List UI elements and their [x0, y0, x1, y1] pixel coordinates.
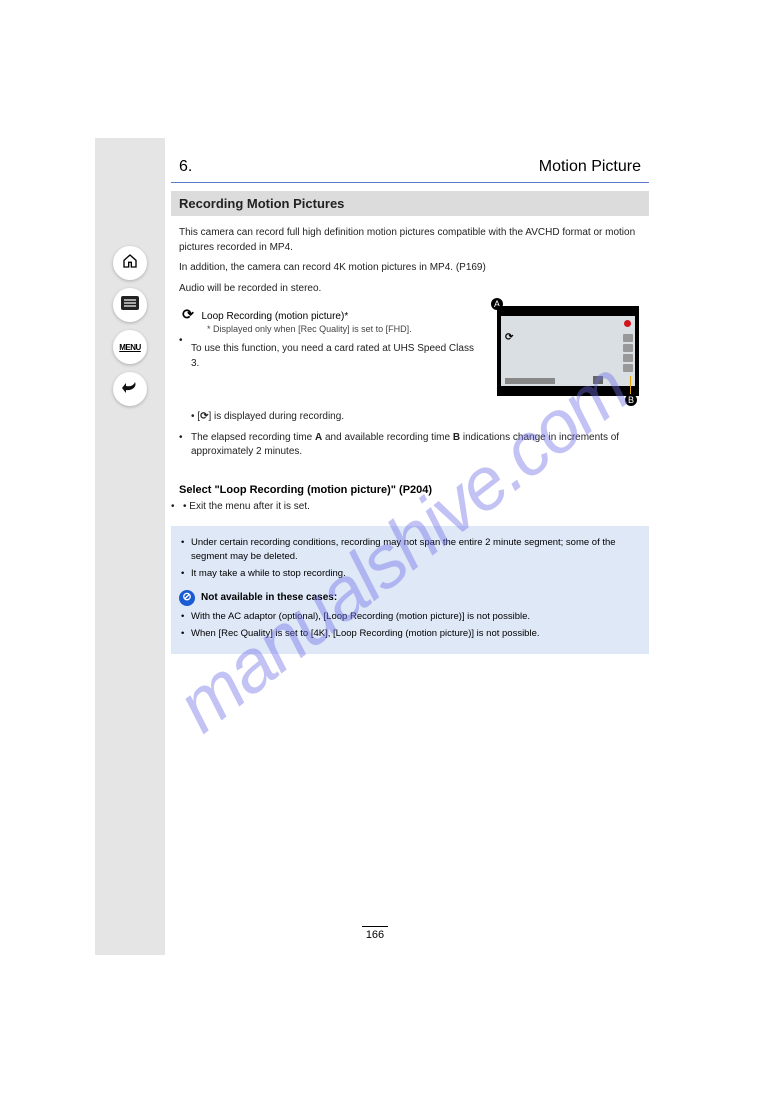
back-button[interactable]: [113, 372, 147, 406]
loop-icon-on-lcd: ⟳: [505, 332, 513, 343]
loop-row: ⟳ Loop Recording (motion picture)* * Dis…: [171, 302, 649, 400]
note-box: Under certain recording conditions, reco…: [171, 526, 649, 654]
na-item-1: With the AC adaptor (optional), [Loop Re…: [191, 610, 641, 624]
list-button[interactable]: [113, 288, 147, 322]
side-indicator-4: [623, 364, 633, 372]
content-area: 6. Motion Picture Recording Motion Pictu…: [171, 138, 649, 654]
loop-footnote: * Displayed only when [Rec Quality] is s…: [179, 324, 491, 334]
loop-label: Loop Recording (motion picture): [201, 311, 344, 322]
menu-label: MENU: [119, 343, 141, 352]
not-available-icon: ⊘: [179, 590, 195, 606]
not-available-header: ⊘ Not available in these cases:: [179, 590, 641, 606]
lcd-diagram: A ⟳: [491, 306, 641, 396]
chapter-number: 6.: [179, 158, 192, 176]
intro-text-2: In addition, the camera can record 4K mo…: [179, 261, 641, 276]
menu-strip-icon: [505, 378, 555, 384]
callout-b-badge: B: [625, 394, 637, 406]
side-indicator-2: [623, 344, 633, 352]
uhs-note: To use this function, you need a card ra…: [179, 334, 491, 371]
lcd-screen: [501, 316, 635, 386]
lcd-topbar: [501, 306, 635, 316]
side-indicator-3: [623, 354, 633, 362]
home-button[interactable]: [113, 246, 147, 280]
exit-menu-line: • Exit the menu after it is set.: [171, 500, 649, 515]
page-number: 166: [362, 926, 388, 941]
back-icon: [121, 380, 139, 399]
not-available-list: With the AC adaptor (optional), [Loop Re…: [179, 610, 641, 641]
loop-left: ⟳ Loop Recording (motion picture)* * Dis…: [179, 306, 491, 396]
intro-text-1: This camera can record full high definit…: [179, 226, 641, 255]
header-rule: [171, 182, 649, 183]
rec-indicator-line: • [⟳] is displayed during recording.: [179, 410, 641, 425]
audio-line: Audio will be recorded in stereo.: [179, 282, 641, 297]
chapter-title: Motion Picture: [539, 158, 641, 176]
intro-block: This camera can record full high definit…: [171, 216, 649, 296]
page-number-wrap: 166: [95, 926, 655, 941]
record-dot-icon: [624, 320, 631, 327]
manual-page: MENU 6. Motion Picture Recording Motion …: [95, 138, 655, 955]
chapter-header: 6. Motion Picture: [171, 138, 649, 180]
page-wrap: MENU 6. Motion Picture Recording Motion …: [0, 0, 774, 1094]
loop-icon: ⟳: [179, 306, 197, 323]
list-icon: [121, 296, 139, 315]
loop-star: *: [344, 311, 348, 322]
callout-b-line: [630, 376, 631, 394]
loop-label-line: ⟳ Loop Recording (motion picture)*: [179, 306, 491, 324]
bottom-icon: [593, 376, 603, 384]
note-line-2: It may take a while to stop recording.: [191, 567, 641, 581]
menu-button[interactable]: MENU: [113, 330, 147, 364]
step-title: Select "Loop Recording (motion picture)"…: [171, 466, 649, 500]
lcd-botbar: [501, 386, 635, 396]
home-icon: [122, 253, 138, 274]
not-available-label: Not available in these cases:: [201, 591, 337, 606]
section-title: Recording Motion Pictures: [171, 191, 649, 216]
note-line-1: Under certain recording conditions, reco…: [191, 536, 641, 564]
side-indicator-1: [623, 334, 633, 342]
rec-indicator-block: • [⟳] is displayed during recording. The…: [171, 400, 649, 460]
lcd-frame: ⟳: [497, 306, 639, 396]
elapsed-line: The elapsed recording time A and availab…: [179, 431, 641, 460]
na-item-2: When [Rec Quality] is set to [4K], [Loop…: [191, 627, 641, 641]
sidebar: MENU: [95, 138, 165, 955]
